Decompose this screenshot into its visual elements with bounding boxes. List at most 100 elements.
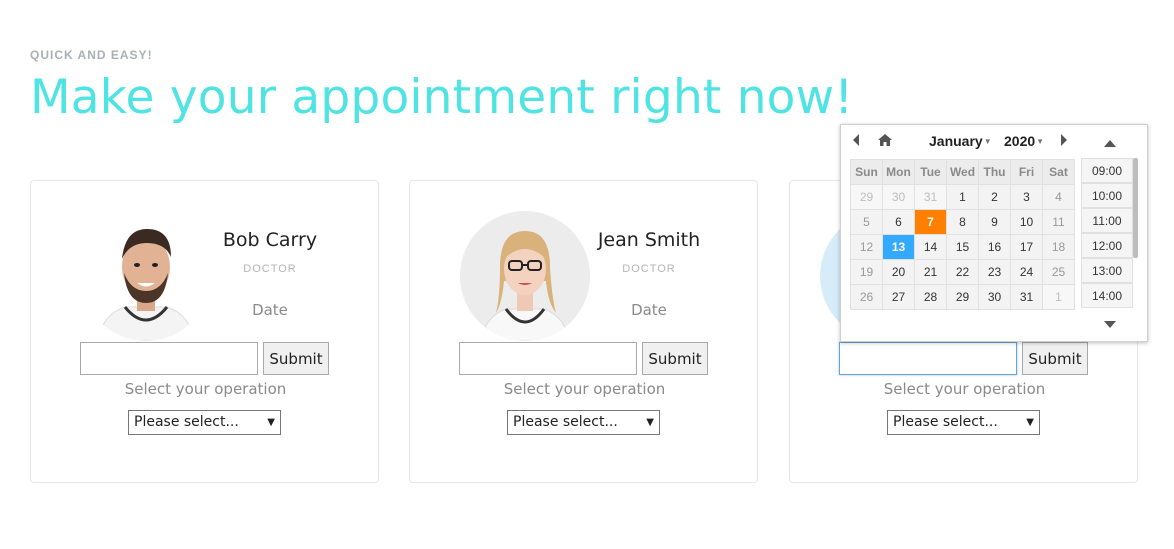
page-title: Make your appointment right now! <box>30 70 854 125</box>
weekday-header: Thu <box>978 159 1011 185</box>
date-label: Date <box>631 301 667 319</box>
operation-select[interactable]: Please select... ▼ <box>128 410 281 435</box>
calendar-week: 5 6 7 8 9 10 11 <box>850 209 1075 235</box>
calendar-day[interactable]: 21 <box>914 259 947 285</box>
doctor-name: Bob Carry <box>222 229 318 251</box>
operation-label: Select your operation <box>883 380 1046 398</box>
operation-select-value: Please select... <box>513 414 618 430</box>
calendar-day[interactable]: 23 <box>978 259 1011 285</box>
date-input[interactable] <box>80 342 258 375</box>
next-month-icon[interactable] <box>1059 133 1071 153</box>
operation-select[interactable]: Please select... ▼ <box>887 410 1040 435</box>
calendar-week: 29 30 31 1 2 3 4 <box>850 184 1075 210</box>
weekday-header: Mon <box>882 159 915 185</box>
calendar-week: 19 20 21 22 23 24 25 <box>850 259 1075 285</box>
calendar-day[interactable]: 12 <box>850 234 883 260</box>
calendar-day[interactable]: 26 <box>850 284 883 310</box>
calendar-day[interactable]: 10 <box>1010 209 1043 235</box>
doctor-photo-male <box>81 211 211 341</box>
time-option[interactable]: 09:00 <box>1081 158 1133 183</box>
calendar-day[interactable]: 18 <box>1042 234 1075 260</box>
doctor-photo-female <box>460 211 590 341</box>
doctor-card: Bob Carry DOCTOR Date Submit Select your… <box>30 180 379 483</box>
caret-down-icon: ▼ <box>1026 417 1034 428</box>
calendar-day[interactable]: 4 <box>1042 184 1075 210</box>
weekday-header: Sat <box>1042 159 1075 185</box>
date-input[interactable] <box>459 342 637 375</box>
doctor-role: DOCTOR <box>622 263 676 275</box>
calendar-day[interactable]: 11 <box>1042 209 1075 235</box>
submit-button[interactable]: Submit <box>1022 342 1088 375</box>
eyebrow-text: QUICK AND EASY! <box>30 48 153 62</box>
doctor-role: DOCTOR <box>243 263 297 275</box>
month-label: January <box>929 133 983 149</box>
year-label: 2020 <box>1004 133 1036 149</box>
calendar-week: 12 13 14 15 16 17 18 <box>850 234 1075 260</box>
time-scrollbar[interactable] <box>1133 158 1138 258</box>
calendar-day[interactable]: 30 <box>978 284 1011 310</box>
year-select[interactable]: 2020▼ <box>1004 133 1044 153</box>
home-icon[interactable] <box>877 133 893 153</box>
caret-down-icon: ▼ <box>983 137 992 146</box>
calendar-day[interactable]: 31 <box>914 184 947 210</box>
calendar-day[interactable]: 24 <box>1010 259 1043 285</box>
datepicker-popup: January▼ 2020▼ Sun Mon Tue Wed Thu Fri S… <box>840 124 1148 342</box>
calendar-day[interactable]: 27 <box>882 284 915 310</box>
calendar-day[interactable]: 19 <box>850 259 883 285</box>
calendar-day[interactable]: 22 <box>946 259 979 285</box>
calendar-day[interactable]: 28 <box>914 284 947 310</box>
calendar-day[interactable]: 2 <box>978 184 1011 210</box>
date-label: Date <box>252 301 288 319</box>
operation-label: Select your operation <box>503 380 666 398</box>
calendar-day[interactable]: 29 <box>946 284 979 310</box>
time-option[interactable]: 10:00 <box>1081 183 1133 208</box>
weekday-header: Sun <box>850 159 883 185</box>
calendar-day[interactable]: 30 <box>882 184 915 210</box>
calendar-day[interactable]: 17 <box>1010 234 1043 260</box>
calendar-day[interactable]: 8 <box>946 209 979 235</box>
operation-select-value: Please select... <box>893 414 998 430</box>
month-select[interactable]: January▼ <box>929 133 993 153</box>
calendar-week: 26 27 28 29 30 31 1 <box>850 284 1075 310</box>
calendar-grid: Sun Mon Tue Wed Thu Fri Sat 29 30 31 1 2… <box>850 159 1075 310</box>
doctor-name: Jean Smith <box>597 229 701 251</box>
calendar-day[interactable]: 31 <box>1010 284 1043 310</box>
calendar-day[interactable]: 15 <box>946 234 979 260</box>
prev-month-icon[interactable] <box>851 133 863 153</box>
calendar-day[interactable]: 20 <box>882 259 915 285</box>
calendar-day[interactable]: 14 <box>914 234 947 260</box>
time-scroll-down-icon[interactable] <box>1103 317 1117 328</box>
doctor-card: Jean Smith DOCTOR Date Submit Select you… <box>409 180 758 483</box>
calendar-day[interactable]: 29 <box>850 184 883 210</box>
calendar-day[interactable]: 16 <box>978 234 1011 260</box>
date-input[interactable] <box>839 342 1017 375</box>
calendar-day[interactable]: 25 <box>1042 259 1075 285</box>
time-scroll-up-icon[interactable] <box>1103 135 1117 147</box>
weekday-header: Wed <box>946 159 979 185</box>
time-option[interactable]: 14:00 <box>1081 283 1133 308</box>
submit-button[interactable]: Submit <box>263 342 329 375</box>
calendar-day[interactable]: 9 <box>978 209 1011 235</box>
calendar-day[interactable]: 5 <box>850 209 883 235</box>
doctor-photo <box>81 211 211 341</box>
calendar-day[interactable]: 1 <box>1042 284 1075 310</box>
operation-select-value: Please select... <box>134 414 239 430</box>
calendar-day[interactable]: 6 <box>882 209 915 235</box>
caret-down-icon: ▼ <box>1036 137 1045 146</box>
weekday-header: Fri <box>1010 159 1043 185</box>
weekday-header: Tue <box>914 159 947 185</box>
calendar-day-today[interactable]: 13 <box>882 234 915 260</box>
calendar-day[interactable]: 1 <box>946 184 979 210</box>
time-option[interactable]: 12:00 <box>1081 233 1133 258</box>
calendar-day[interactable]: 3 <box>1010 184 1043 210</box>
operation-select[interactable]: Please select... ▼ <box>507 410 660 435</box>
time-option[interactable]: 13:00 <box>1081 258 1133 283</box>
caret-down-icon: ▼ <box>267 417 275 428</box>
time-option[interactable]: 11:00 <box>1081 208 1133 233</box>
calendar-day-selected[interactable]: 7 <box>914 209 947 235</box>
weekday-row: Sun Mon Tue Wed Thu Fri Sat <box>850 159 1075 185</box>
doctor-photo <box>460 211 590 341</box>
submit-button[interactable]: Submit <box>642 342 708 375</box>
caret-down-icon: ▼ <box>646 417 654 428</box>
operation-label: Select your operation <box>124 380 287 398</box>
